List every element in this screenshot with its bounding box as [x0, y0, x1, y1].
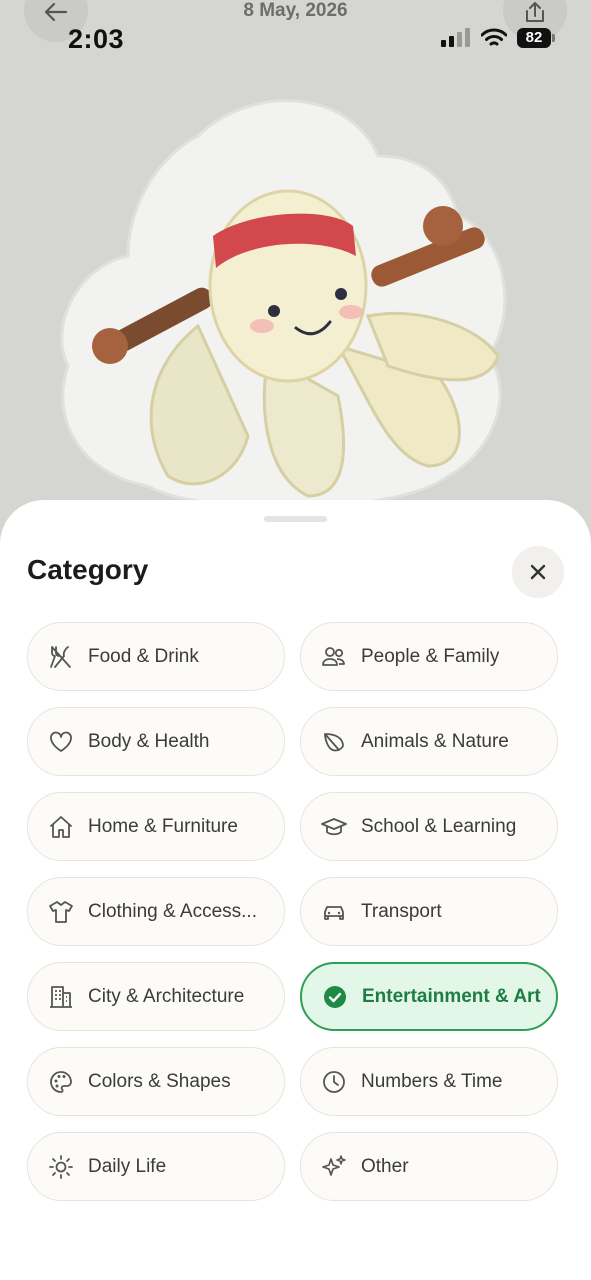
category-label: School & Learning: [361, 815, 517, 837]
category-label: Clothing & Access...: [88, 900, 257, 922]
fork-knife-icon: [48, 644, 74, 670]
sheet-title: Category: [27, 554, 149, 585]
category-label: People & Family: [361, 645, 500, 667]
clock-icon: [321, 1069, 347, 1095]
category-label: Transport: [361, 900, 442, 922]
sun-icon: [48, 1154, 74, 1180]
category-chip-people-family[interactable]: People & Family: [300, 622, 558, 691]
category-chip-animals-nature[interactable]: Animals & Nature: [300, 707, 558, 776]
category-label: Colors & Shapes: [88, 1070, 231, 1092]
category-chip-city-architecture[interactable]: City & Architecture: [27, 962, 285, 1031]
signal-icon: [441, 28, 470, 47]
shirt-icon: [48, 899, 74, 925]
category-chip-numbers-time[interactable]: Numbers & Time: [300, 1047, 558, 1116]
category-label: Home & Furniture: [88, 815, 238, 837]
category-label: City & Architecture: [88, 985, 245, 1007]
close-button[interactable]: [512, 546, 564, 598]
status-icons: 82: [441, 28, 555, 48]
category-label: Entertainment & Art: [362, 985, 541, 1007]
house-icon: [48, 814, 74, 840]
check-circle-icon: [322, 984, 348, 1010]
leaf-icon: [321, 729, 347, 755]
wifi-icon: [481, 28, 507, 46]
category-chip-daily-life[interactable]: Daily Life: [27, 1132, 285, 1201]
category-chip-clothing-accessories[interactable]: Clothing & Access...: [27, 877, 285, 946]
octopus-sticker-illustration: [60, 99, 507, 509]
category-chip-entertainment-art[interactable]: Entertainment & Art: [300, 962, 558, 1031]
building-icon: [48, 984, 74, 1010]
heart-icon: [48, 729, 74, 755]
category-grid: Food & Drink People & Family Body & Heal…: [27, 622, 558, 1201]
battery-indicator: 82: [517, 28, 555, 48]
category-chip-school-learning[interactable]: School & Learning: [300, 792, 558, 861]
category-label: Animals & Nature: [361, 730, 509, 752]
palette-icon: [48, 1069, 74, 1095]
people-icon: [321, 644, 347, 670]
category-bottom-sheet: Category Food & Drink People & Family Bo…: [0, 500, 591, 1280]
category-chip-colors-shapes[interactable]: Colors & Shapes: [27, 1047, 285, 1116]
graduation-cap-icon: [321, 814, 347, 840]
close-icon: [530, 564, 546, 580]
car-icon: [321, 899, 347, 925]
category-label: Food & Drink: [88, 645, 199, 667]
category-label: Daily Life: [88, 1155, 167, 1177]
category-chip-transport[interactable]: Transport: [300, 877, 558, 946]
category-label: Numbers & Time: [361, 1070, 503, 1092]
photo-preview-area: 8 May, 2026 2:03 82: [0, 0, 591, 540]
sticker-image: [48, 96, 548, 516]
category-chip-body-health[interactable]: Body & Health: [27, 707, 285, 776]
sheet-drag-handle[interactable]: [264, 516, 327, 522]
share-icon: [526, 2, 544, 22]
sparkles-icon: [321, 1154, 347, 1180]
category-chip-other[interactable]: Other: [300, 1132, 558, 1201]
category-label: Other: [361, 1155, 409, 1177]
category-chip-food-drink[interactable]: Food & Drink: [27, 622, 285, 691]
status-time: 2:03: [68, 24, 125, 54]
category-label: Body & Health: [88, 730, 210, 752]
category-chip-home-furniture[interactable]: Home & Furniture: [27, 792, 285, 861]
